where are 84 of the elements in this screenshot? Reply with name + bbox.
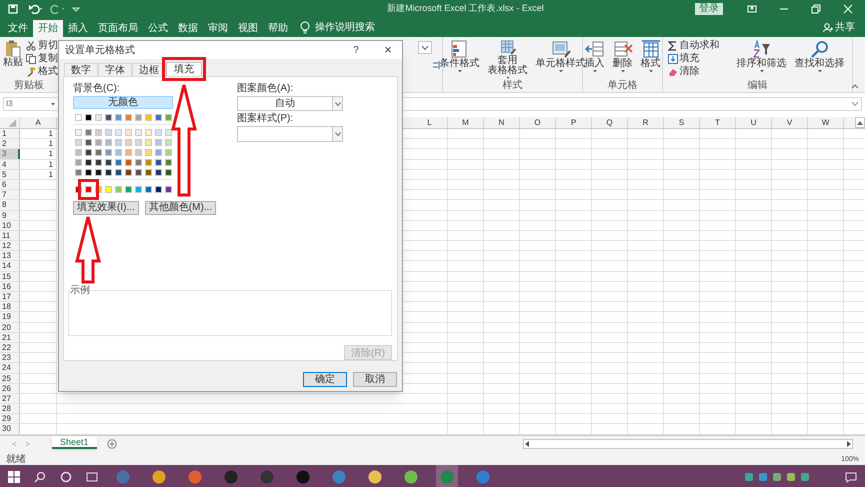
tell-me-search[interactable]: 操作说明搜索 — [315, 20, 375, 35]
sign-in-button[interactable]: 登录 — [695, 3, 723, 15]
menu-tab[interactable]: 公式 — [143, 20, 173, 37]
table-cell[interactable]: 1 — [20, 129, 57, 138]
autosum-button[interactable]: 自动求和 — [668, 40, 732, 52]
column-header[interactable]: M — [448, 117, 484, 128]
dialog-tab[interactable]: 字体 — [98, 63, 132, 76]
share-button[interactable]: 共享 — [823, 20, 855, 35]
help-button[interactable]: ? — [346, 42, 366, 58]
row-header[interactable]: 12 — [0, 241, 20, 250]
table-cell[interactable]: 1 — [20, 139, 57, 148]
row-header[interactable]: 23 — [0, 353, 20, 362]
name-box[interactable]: I3 — [3, 97, 59, 111]
dialog-tab[interactable]: 边框 — [132, 63, 166, 76]
status-text: 就绪 — [6, 454, 26, 465]
group-label: 示例 — [70, 285, 90, 296]
column-header[interactable]: L — [412, 117, 448, 128]
sheet-tab[interactable]: Sheet1 — [52, 436, 97, 449]
column-header[interactable]: A — [20, 117, 57, 128]
group-label: 样式 — [502, 80, 524, 92]
cancel-button[interactable]: 取消 — [353, 372, 397, 387]
group-label: 剪贴板 — [13, 80, 45, 92]
copy-button[interactable]: 复制 — [26, 53, 58, 65]
column-header[interactable]: Q — [592, 117, 628, 128]
row-header[interactable]: 13 — [0, 251, 20, 260]
row-header[interactable]: 14 — [0, 261, 20, 271]
no-color-button[interactable]: 无颜色 — [73, 96, 173, 109]
row-header[interactable]: 29 — [0, 414, 20, 424]
group-label: 单元格 — [606, 80, 638, 92]
column-header[interactable]: U — [736, 117, 772, 128]
more-colors-button[interactable]: 其他颜色(M)... — [144, 201, 216, 215]
menu-tab[interactable]: 视图 — [233, 20, 263, 37]
menu-tab[interactable]: 开始 — [33, 20, 63, 37]
column-header[interactable]: P — [556, 117, 592, 128]
paste-button[interactable]: 粘贴 — [0, 37, 26, 80]
close-button[interactable]: × — [378, 40, 398, 60]
row-header[interactable]: 7 — [0, 190, 20, 200]
cell-button[interactable]: 删除 — [610, 37, 636, 80]
menu-tab[interactable]: 文件 — [3, 20, 33, 37]
column-header[interactable]: N — [484, 117, 520, 128]
row-header[interactable]: 2 — [0, 139, 20, 148]
pattern-color-dropdown[interactable]: 自动 — [237, 96, 343, 111]
column-header[interactable]: R — [628, 117, 664, 128]
row-header[interactable]: 18 — [0, 302, 20, 312]
column-header[interactable]: V — [772, 117, 808, 128]
menu-tab[interactable]: 数据 — [173, 20, 203, 37]
menu-tab[interactable]: 帮助 — [263, 20, 293, 37]
column-header[interactable]: O — [520, 117, 556, 128]
style-button[interactable]: 条件格式 — [436, 37, 482, 80]
field-label: 图案样式(P): — [237, 113, 294, 125]
format-painter-button[interactable]: 格式 — [26, 66, 58, 78]
table-cell[interactable]: 1 — [20, 160, 57, 169]
row-header[interactable]: 24 — [0, 363, 20, 372]
field-label: 图案颜色(A): — [237, 83, 294, 95]
column-header[interactable]: W — [808, 117, 844, 128]
style-button[interactable]: 套用 表格格式 — [484, 37, 530, 80]
cell-button[interactable]: 格式 — [638, 37, 664, 80]
row-header[interactable]: 3 — [0, 149, 20, 159]
row-header[interactable]: 17 — [0, 292, 20, 302]
menu-tab[interactable]: 插入 — [63, 20, 93, 37]
find-select-button[interactable]: 查找和选择 — [792, 37, 848, 80]
table-cell[interactable]: 1 — [20, 170, 57, 179]
dialog-tab[interactable]: 数字 — [64, 63, 98, 76]
row-header[interactable]: 8 — [0, 200, 20, 210]
menu-tab[interactable]: 审阅 — [203, 20, 233, 37]
column-header[interactable]: T — [700, 117, 736, 128]
table-cell[interactable]: 1 — [20, 149, 57, 159]
menu-tab[interactable]: 页面布局 — [93, 20, 143, 37]
clear-button[interactable]: 清除 — [668, 66, 732, 78]
fill-button[interactable]: 填充 — [668, 53, 732, 65]
group-label: 编辑 — [746, 80, 768, 92]
dialog-title: 设置单元格格式 — [65, 44, 136, 58]
field-label: 背景色(C): — [73, 83, 121, 95]
row-header[interactable]: 1 — [0, 129, 20, 138]
row-header[interactable]: 19 — [0, 312, 20, 322]
fill-effects-button[interactable]: 填充效果(I)... — [73, 201, 139, 215]
ok-button[interactable]: 确定 — [303, 372, 347, 387]
window-title: 新建Microsoft Excel 工作表.xlsx - Excel — [386, 2, 545, 16]
column-header[interactable]: S — [664, 117, 700, 128]
cut-button[interactable]: 剪切 — [26, 40, 58, 52]
row-header[interactable]: 30 — [0, 424, 20, 434]
dialog-tab[interactable]: 填充 — [166, 62, 202, 77]
sort-filter-button[interactable]: 排序和筛选 — [734, 37, 790, 80]
row-header[interactable]: 28 — [0, 404, 20, 414]
